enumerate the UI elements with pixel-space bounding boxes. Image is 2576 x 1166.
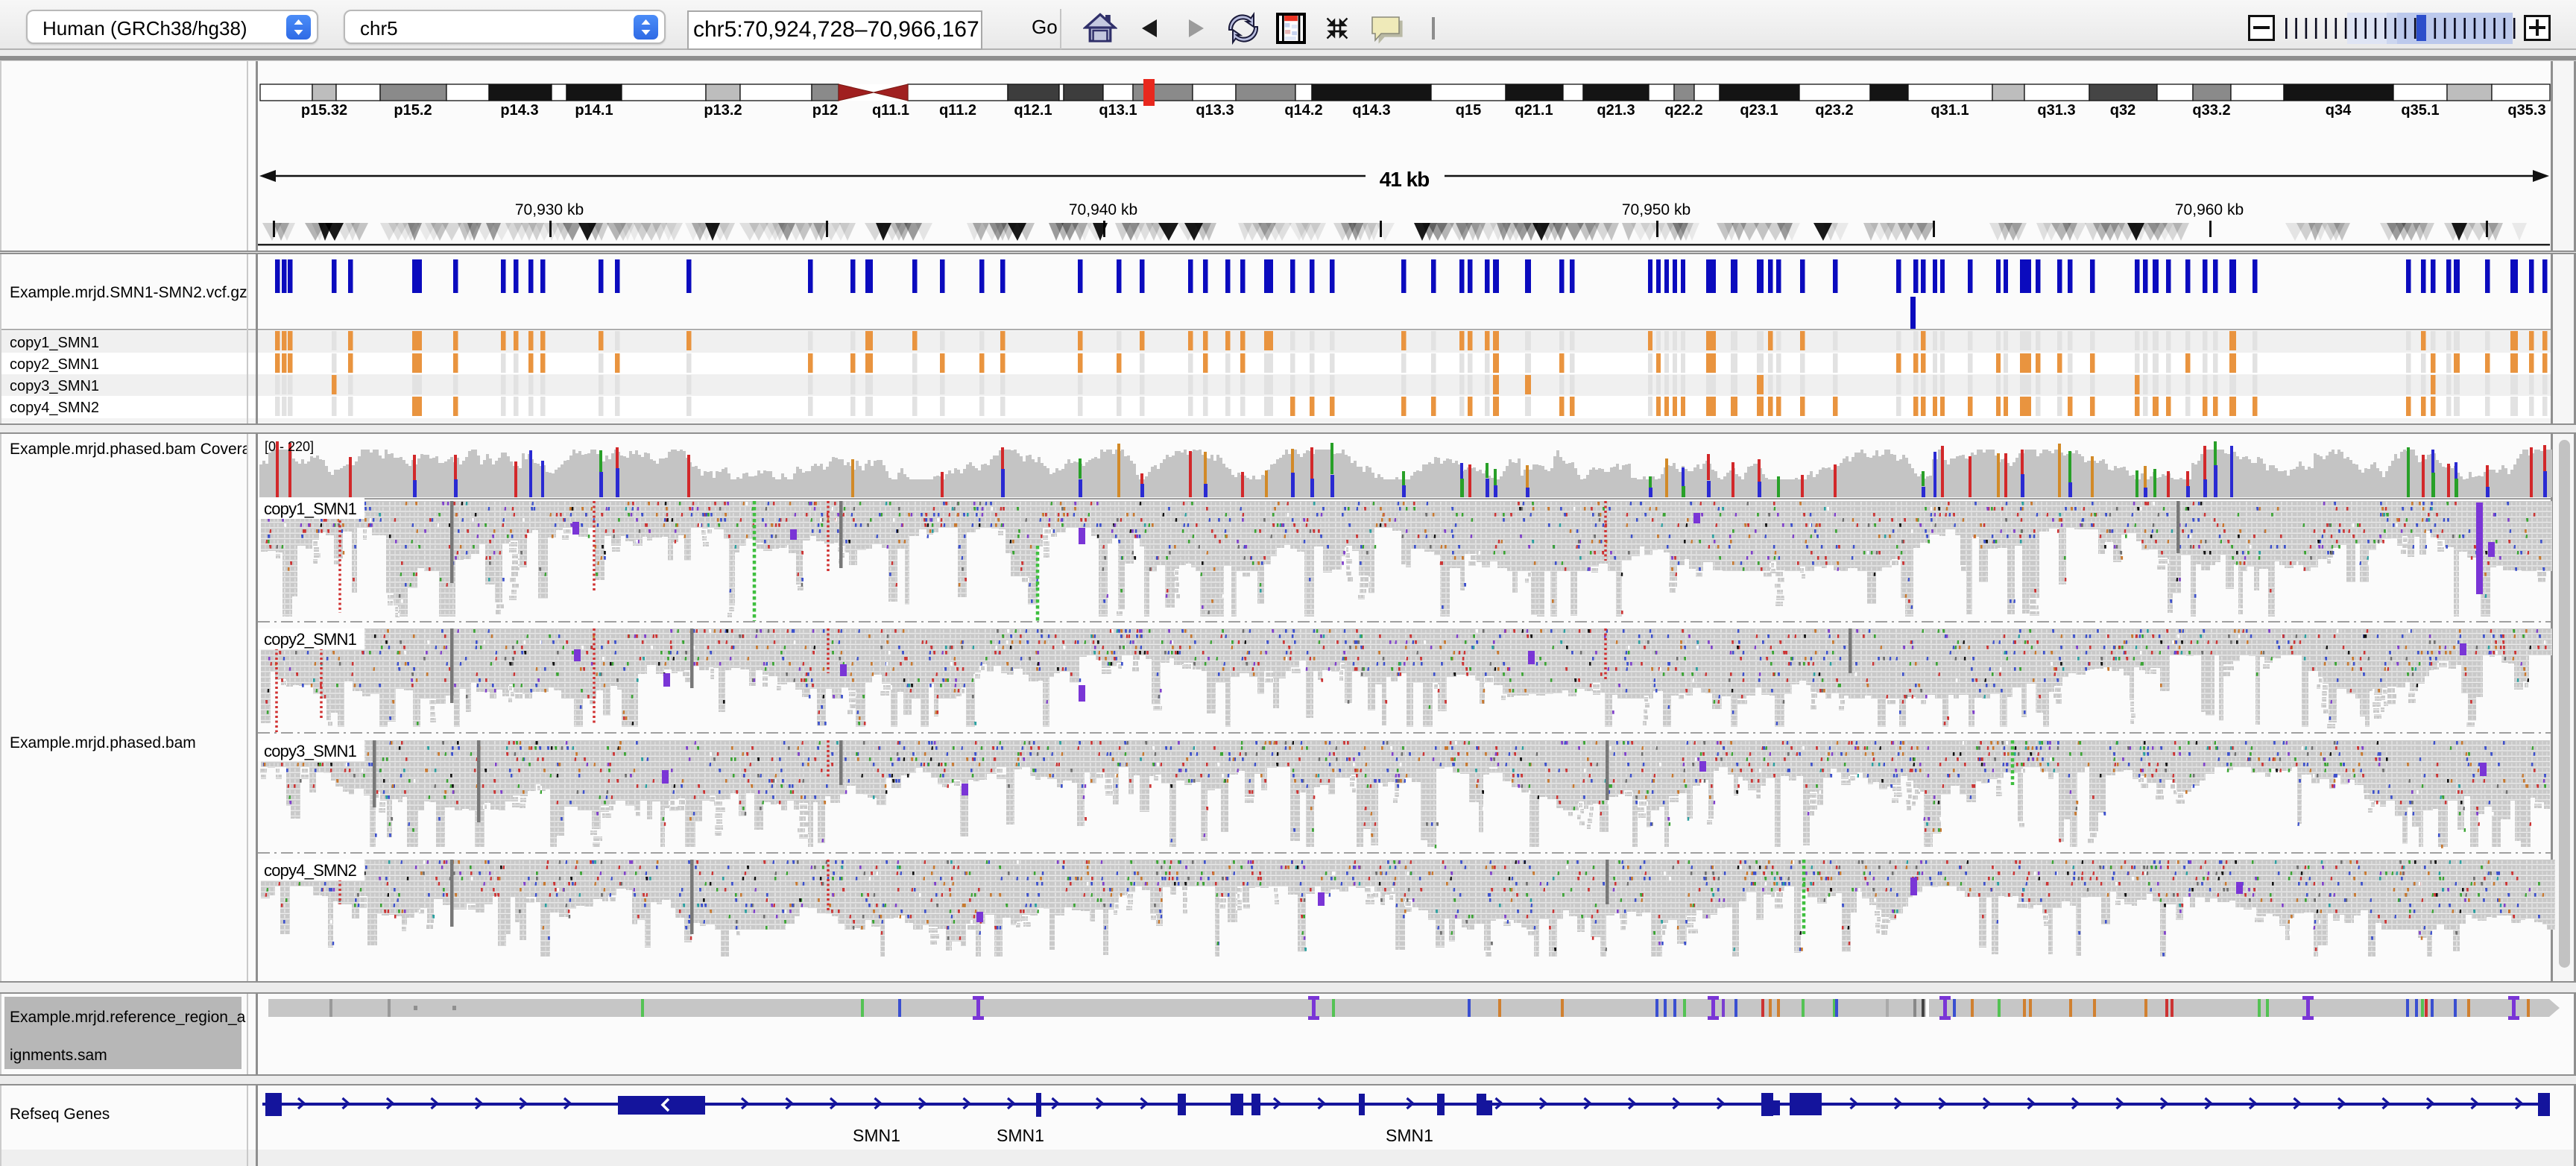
svg-text:SMN1: SMN1 [1386,1126,1433,1145]
svg-text:SMN1: SMN1 [853,1126,900,1145]
svg-text:SMN1: SMN1 [997,1126,1044,1145]
